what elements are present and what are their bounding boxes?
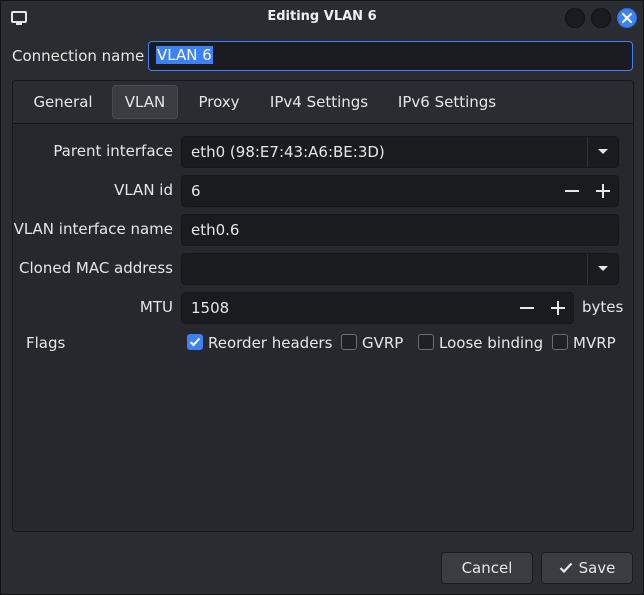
tab-general[interactable]: General: [23, 85, 103, 119]
tab-ipv6-settings[interactable]: IPv6 Settings: [389, 85, 505, 119]
minus-icon: [564, 190, 579, 192]
vlan-interface-name-value: eth0.6: [191, 221, 240, 239]
window-title: Editing VLAN 6: [267, 9, 377, 24]
mtu-unit-label: bytes: [582, 298, 624, 316]
vlan-id-increment-button[interactable]: [587, 176, 618, 206]
mtu-spinbutton[interactable]: 1508: [181, 292, 574, 324]
gvrp-label[interactable]: GVRP: [362, 334, 403, 352]
tab-bar: General VLAN Proxy IPv4 Settings IPv6 Se…: [13, 81, 633, 124]
save-button-label: Save: [578, 559, 616, 577]
vlan-id-spinbutton[interactable]: 6: [181, 175, 619, 207]
mvrp-checkbox[interactable]: [552, 334, 568, 350]
mtu-increment-button[interactable]: [542, 293, 573, 323]
cancel-button-label: Cancel: [461, 559, 513, 577]
checkmark-icon: [189, 337, 201, 347]
dialog-window: Editing VLAN 6 Connection name VLAN 6 Ge…: [0, 0, 644, 595]
vlan-interface-name-label: VLAN interface name: [13, 220, 173, 238]
tab-vlan[interactable]: VLAN: [112, 85, 178, 119]
cloned-mac-dropdown-button[interactable]: [587, 254, 618, 284]
tab-ipv4-settings[interactable]: IPv4 Settings: [261, 85, 377, 119]
chevron-down-icon: [598, 149, 608, 154]
connection-name-value: VLAN 6: [156, 46, 213, 64]
maximize-button[interactable]: [591, 8, 611, 28]
loose-binding-checkbox[interactable]: [418, 334, 434, 350]
cancel-button[interactable]: Cancel: [441, 552, 533, 584]
save-button[interactable]: Save: [541, 552, 633, 584]
vlan-id-label: VLAN id: [114, 181, 173, 199]
parent-interface-value: eth0 (98:E7:43:A6:BE:3D): [191, 143, 385, 161]
vlan-interface-name-input[interactable]: eth0.6: [181, 214, 619, 246]
parent-interface-label: Parent interface: [53, 142, 173, 160]
checkmark-icon: [559, 562, 572, 574]
vlan-id-decrement-button[interactable]: [556, 176, 587, 206]
parent-interface-dropdown-button[interactable]: [587, 137, 618, 167]
cloned-mac-label: Cloned MAC address: [19, 259, 173, 277]
parent-interface-combo[interactable]: eth0 (98:E7:43:A6:BE:3D): [181, 136, 619, 168]
mtu-label: MTU: [139, 298, 173, 316]
mtu-value: 1508: [191, 299, 230, 317]
flags-label: Flags: [26, 334, 66, 352]
minus-icon: [519, 307, 534, 309]
reorder-headers-checkbox[interactable]: [187, 334, 203, 350]
gvrp-checkbox[interactable]: [341, 334, 357, 350]
close-icon: [622, 13, 632, 23]
tab-proxy[interactable]: Proxy: [187, 85, 251, 119]
connection-name-label: Connection name: [12, 47, 145, 65]
plus-icon: [550, 301, 565, 315]
vlan-id-value: 6: [191, 182, 201, 200]
mtu-decrement-button[interactable]: [511, 293, 542, 323]
title-bar[interactable]: Editing VLAN 6: [1, 1, 643, 35]
chevron-down-icon: [598, 266, 608, 271]
connection-name-input[interactable]: VLAN 6: [148, 41, 633, 71]
minimize-button[interactable]: [565, 8, 585, 28]
close-button[interactable]: [617, 8, 637, 28]
cloned-mac-combo[interactable]: [181, 253, 619, 285]
plus-icon: [595, 184, 610, 198]
mvrp-label[interactable]: MVRP: [573, 334, 616, 352]
reorder-headers-label[interactable]: Reorder headers: [208, 334, 332, 352]
loose-binding-label[interactable]: Loose binding: [439, 334, 543, 352]
